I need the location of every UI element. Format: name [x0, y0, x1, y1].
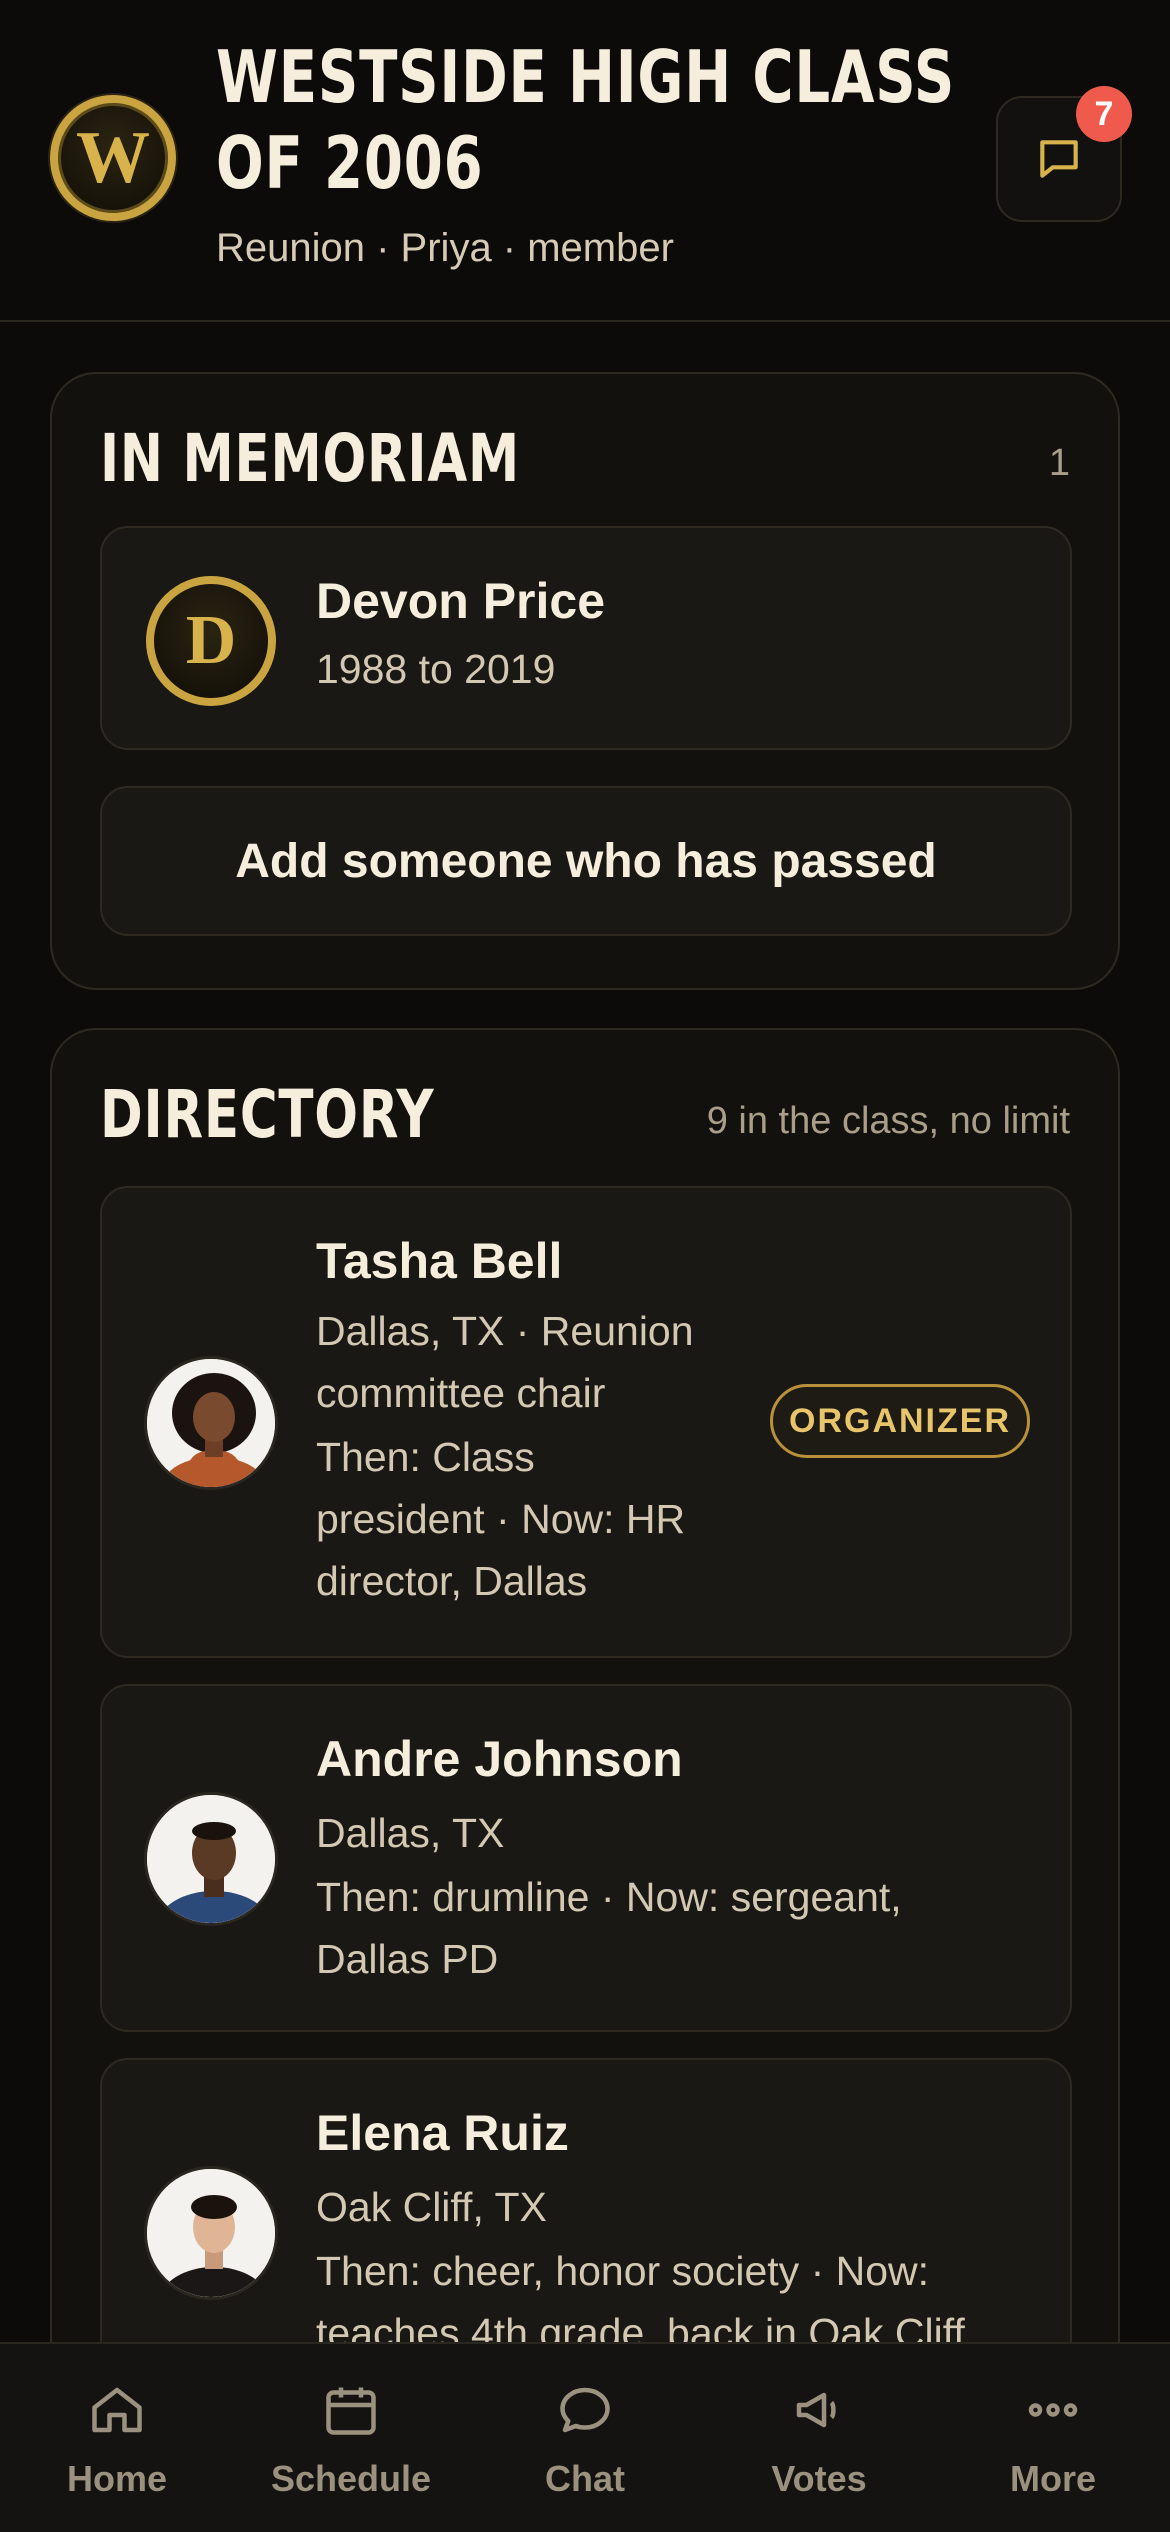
add-memoriam-button[interactable]: Add someone who has passed — [100, 786, 1072, 936]
memoriam-crest-icon: D — [146, 576, 276, 706]
tab-schedule[interactable]: Schedule — [234, 2344, 468, 2532]
member-detail-3: Dallas PD — [316, 1936, 499, 1982]
member-card-tasha-bell[interactable]: Tasha Bell Dallas, TX · Reunion committe… — [100, 1186, 1072, 1658]
message-square-icon — [1040, 140, 1078, 178]
avatar — [144, 2166, 278, 2300]
memoriam-count: 1 — [1048, 442, 1070, 484]
directory-meta: 9 in the class, no limit — [706, 1100, 1070, 1142]
page-title-text: WESTSIDE HIGH CLASS OF 2006 — [216, 35, 956, 205]
calendar-icon — [326, 2387, 376, 2435]
member-card-andre-johnson[interactable]: Andre Johnson Dallas, TX Then: drumline … — [100, 1684, 1072, 2032]
memoriam-crest-letter: D — [185, 602, 237, 679]
member-detail-5: director, Dallas — [316, 1558, 588, 1604]
home-icon — [92, 2387, 142, 2433]
member-name: Andre Johnson — [316, 1731, 683, 1787]
member-detail-1: Oak Cliff, TX — [316, 2184, 547, 2230]
tab-chat[interactable]: Chat — [468, 2344, 702, 2532]
memoriam-name: Devon Price — [316, 573, 606, 629]
memoriam-item[interactable]: D Devon Price 1988 to 2019 — [100, 526, 1072, 750]
app-root: W WESTSIDE HIGH CLASS OF 2006 Reunion · … — [0, 0, 1170, 2532]
tab-votes-label: Votes — [771, 2458, 867, 2499]
tab-home[interactable]: Home — [0, 2344, 234, 2532]
add-memoriam-label: Add someone who has passed — [235, 834, 937, 888]
app-header: W WESTSIDE HIGH CLASS OF 2006 Reunion · … — [0, 0, 1170, 322]
member-detail-4: president · Now: HR — [316, 1496, 686, 1542]
organizer-badge: ORGANIZER — [770, 1384, 1030, 1458]
tab-more-label: More — [1009, 2458, 1096, 2499]
memoriam-card: IN MEMORIAM 1 D Devon Price 1988 to 2019… — [50, 372, 1120, 990]
school-crest-logo: W — [50, 95, 176, 221]
memoriam-years: 1988 to 2019 — [316, 646, 556, 692]
page-subtitle: Reunion · Priya · member — [216, 226, 674, 270]
tab-more[interactable]: More — [936, 2344, 1170, 2532]
tab-schedule-label: Schedule — [270, 2458, 432, 2499]
chat-bubble-icon — [560, 2387, 610, 2433]
avatar — [144, 1792, 278, 1926]
member-detail-1: Dallas, TX · Reunion — [316, 1308, 694, 1354]
tab-votes[interactable]: Votes — [702, 2344, 936, 2532]
crest-letter: W — [76, 117, 150, 199]
member-name: Tasha Bell — [316, 1233, 563, 1289]
page-title: WESTSIDE HIGH CLASS OF 2006 — [216, 34, 996, 206]
avatar-photo-andre — [147, 1795, 275, 1923]
notification-badge: 7 — [1076, 86, 1132, 142]
bottom-tab-bar: Home Schedule Chat Votes More — [0, 2342, 1170, 2532]
member-detail-2: Then: drumline · Now: sergeant, — [316, 1874, 902, 1920]
directory-card: DIRECTORY 9 in the class, no limit Tasha… — [50, 1028, 1120, 2448]
member-detail-2: committee chair — [316, 1370, 606, 1416]
member-detail-3: Then: Class — [316, 1434, 535, 1480]
avatar-photo-elena — [147, 2169, 275, 2297]
member-name: Elena Ruiz — [316, 2105, 569, 2161]
memoriam-title: IN MEMORIAM — [100, 420, 520, 497]
megaphone-icon — [796, 2392, 836, 2428]
avatar — [144, 1356, 278, 1490]
tab-home-label: Home — [66, 2458, 168, 2499]
more-dots-icon — [1028, 2403, 1078, 2417]
member-detail-2: Then: cheer, honor society · Now: — [316, 2248, 930, 2294]
tab-chat-label: Chat — [545, 2458, 625, 2499]
avatar-photo-tasha — [147, 1359, 275, 1487]
member-detail-1: Dallas, TX — [316, 1810, 505, 1856]
directory-title: DIRECTORY — [100, 1076, 435, 1153]
